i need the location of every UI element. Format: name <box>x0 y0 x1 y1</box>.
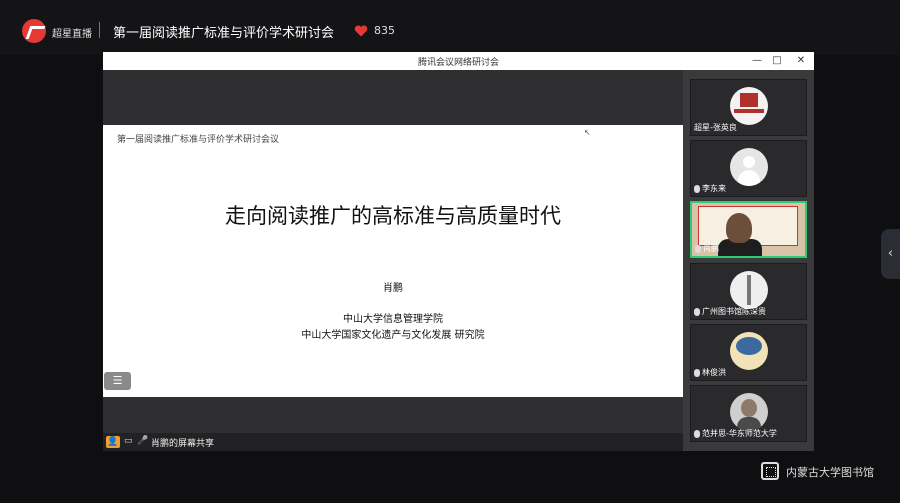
stream-title: 第一届阅读推广标准与评价学术研讨会 <box>113 26 335 41</box>
mic-icon <box>694 368 700 377</box>
mic-icon: 🎤 <box>137 436 149 446</box>
slide-affiliation-2: 中山大学国家文化遗产与文化发展 研究院 <box>301 330 485 341</box>
user-badge-icon: 👤 <box>106 436 120 448</box>
participant-tile[interactable]: 林俊洪 <box>690 324 807 381</box>
participant-tile-active[interactable]: 肖鹏 <box>690 201 807 258</box>
close-button[interactable]: ✕ <box>794 54 808 68</box>
participant-name: 李东来 <box>702 184 726 193</box>
screen-share-icon: ▭ <box>124 436 133 446</box>
window-titlebar: 腾讯会议网络研讨会 — □ ✕ <box>103 52 814 70</box>
slide-author: 肖鹏 <box>383 283 403 294</box>
participant-name: 超星-张英良 <box>694 123 737 132</box>
mouse-cursor-icon: ↖ <box>584 128 591 137</box>
library-logo-avatar-icon <box>730 87 768 125</box>
slide-affiliation-1: 中山大学信息管理学院 <box>343 314 443 325</box>
meeting-window: 腾讯会议网络研讨会 — □ ✕ 第一届阅读推广标准与评价学术研讨会议 ↖ 走向阅… <box>103 52 814 451</box>
mic-icon <box>694 307 700 316</box>
participant-tile[interactable]: 超星-张英良 <box>690 79 807 136</box>
chaoxing-logo-icon <box>22 19 46 43</box>
slide-title: 走向阅读推广的高标准与高质量时代 <box>225 204 561 228</box>
library-watermark-icon <box>761 462 779 480</box>
mic-icon <box>695 244 701 253</box>
participant-name: 范并思-华东师范大学 <box>702 429 777 438</box>
heart-icon[interactable] <box>354 25 368 37</box>
slide-header: 第一届阅读推广标准与评价学术研讨会议 <box>117 135 280 145</box>
participant-name: 林俊洪 <box>702 368 726 377</box>
collapse-arrow-icon[interactable]: ‹ <box>881 229 900 279</box>
watermark-text: 内蒙古大学图书馆 <box>786 466 874 479</box>
moon-avatar-icon <box>730 332 768 370</box>
list-menu-icon[interactable]: ☰ <box>104 372 131 390</box>
mic-icon <box>694 429 700 438</box>
share-status-bar: 👤 ▭ 🎤 肖鹏的屏幕共享 <box>103 433 683 451</box>
top-bar: 超星直播 第一届阅读推广标准与评价学术研讨会 835 <box>0 0 900 55</box>
participants-panel: 超星-张英良 李东来 肖鹏 广州图书馆陈深贵 林俊洪 范并思-华东师范大学 <box>683 70 814 451</box>
like-count: 835 <box>374 24 395 37</box>
header-divider <box>99 22 100 38</box>
share-status-text: 肖鹏的屏幕共享 <box>151 439 215 449</box>
participant-tile[interactable]: 李东来 <box>690 140 807 197</box>
default-user-avatar-icon <box>730 148 768 186</box>
participant-name: 肖鹏 <box>703 244 719 253</box>
minimize-button[interactable]: — <box>750 54 764 68</box>
participant-name: 广州图书馆陈深贵 <box>702 307 766 316</box>
tower-avatar-icon <box>730 271 768 309</box>
presentation-slide: 第一届阅读推广标准与评价学术研讨会议 ↖ 走向阅读推广的高标准与高质量时代 肖鹏… <box>103 125 683 397</box>
brand-name: 超星直播 <box>52 29 92 40</box>
mic-icon <box>694 184 700 193</box>
photo-avatar-icon <box>730 393 768 431</box>
participant-tile[interactable]: 广州图书馆陈深贵 <box>690 263 807 320</box>
window-title: 腾讯会议网络研讨会 <box>417 58 499 68</box>
participant-tile[interactable]: 范并思-华东师范大学 <box>690 385 807 442</box>
screen-share-area: 第一届阅读推广标准与评价学术研讨会议 ↖ 走向阅读推广的高标准与高质量时代 肖鹏… <box>103 70 683 433</box>
maximize-button[interactable]: □ <box>770 54 784 68</box>
